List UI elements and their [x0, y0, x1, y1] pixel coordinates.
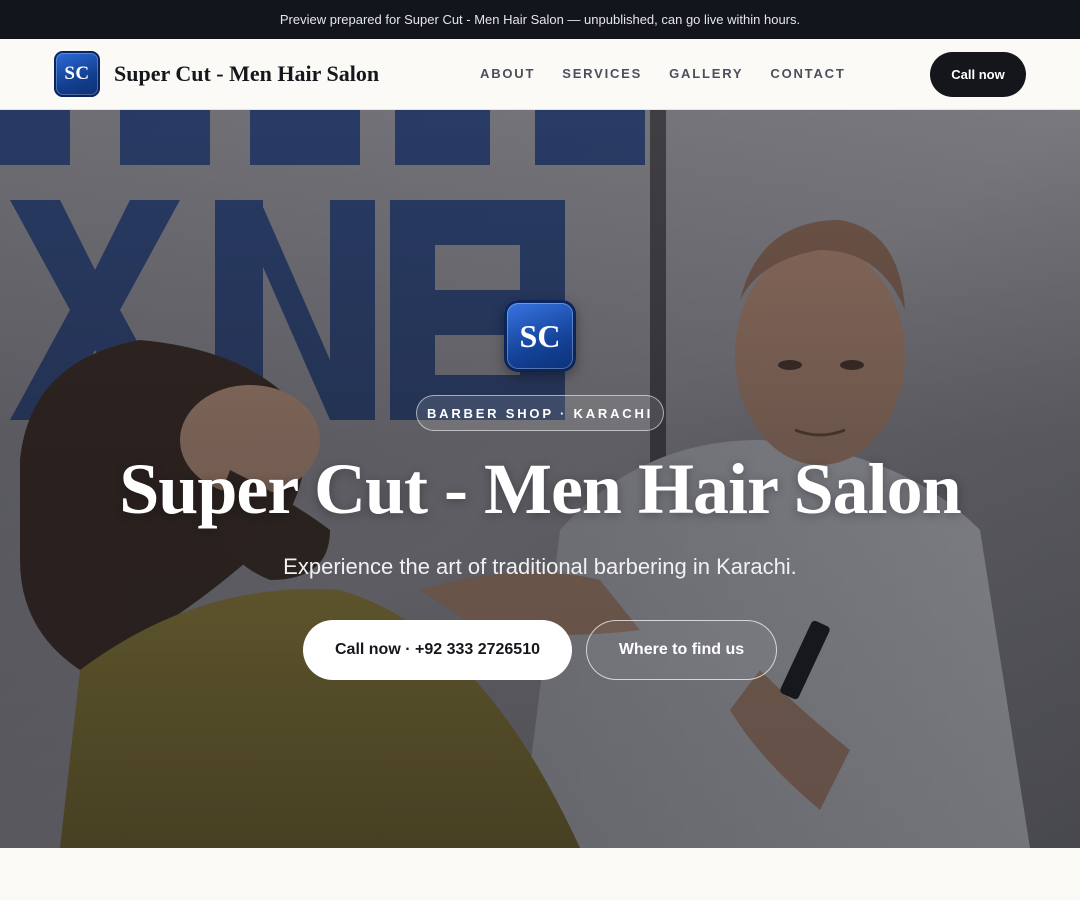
- nav-link-contact[interactable]: CONTACT: [770, 66, 845, 81]
- announcement-bar: Preview prepared for Super Cut - Men Hai…: [0, 0, 1080, 39]
- nav-link-about[interactable]: ABOUT: [480, 66, 535, 81]
- find-us-button[interactable]: Where to find us: [586, 620, 777, 680]
- announcement-text: Preview prepared for Super Cut - Men Hai…: [279, 12, 801, 27]
- header-call-button[interactable]: Call now: [930, 52, 1026, 97]
- hero-logo-monogram: SC: [519, 317, 561, 354]
- site-header: SC Super Cut - Men Hair Salon ABOUT SERV…: [0, 39, 1080, 110]
- nav-link-services[interactable]: SERVICES: [562, 66, 642, 81]
- brand-name[interactable]: Super Cut - Men Hair Salon: [114, 61, 379, 87]
- hero-logo-icon: SC: [504, 300, 576, 372]
- logo-icon[interactable]: SC: [54, 51, 100, 97]
- logo-monogram: SC: [64, 63, 90, 84]
- nav-link-gallery[interactable]: GALLERY: [669, 66, 743, 81]
- hero-section: SC BARBER SHOP · KARACHI Super Cut - Men…: [0, 110, 1080, 848]
- main-nav: ABOUT SERVICES GALLERY CONTACT: [480, 66, 846, 81]
- hero-eyebrow-badge: BARBER SHOP · KARACHI: [416, 395, 664, 431]
- hero-title: Super Cut - Men Hair Salon: [119, 449, 961, 529]
- call-now-button[interactable]: Call now · +92 333 2726510: [303, 620, 572, 680]
- next-section: [0, 848, 1080, 900]
- hero-subtitle: Experience the art of traditional barber…: [283, 554, 797, 579]
